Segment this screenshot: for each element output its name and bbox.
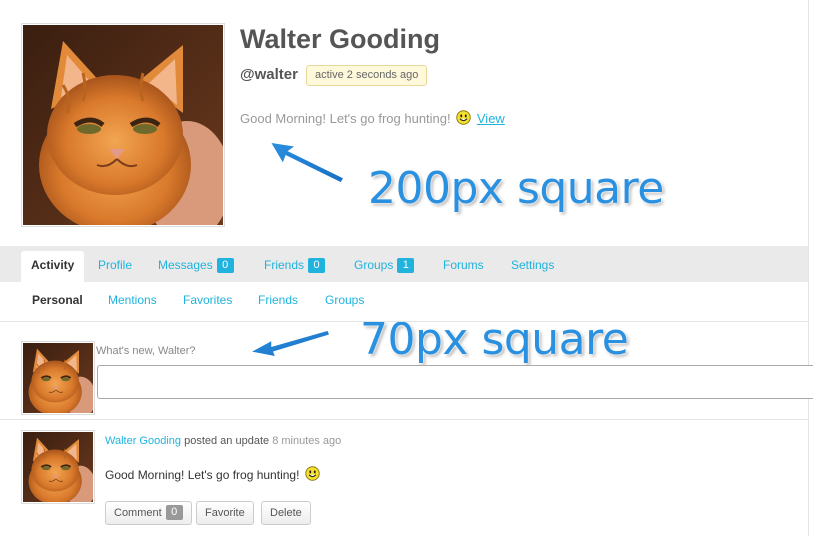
tab-groups[interactable]: Groups 1 xyxy=(344,251,424,282)
profile-avatar[interactable] xyxy=(21,23,225,227)
profile-page: Walter Gooding @walter active 2 seconds … xyxy=(0,0,813,536)
friends-count-badge: 0 xyxy=(308,258,326,273)
status-view-link[interactable]: View xyxy=(477,111,505,126)
subnav-mentions[interactable]: Mentions xyxy=(108,293,157,307)
tab-label: Forums xyxy=(443,258,484,272)
delete-button[interactable]: Delete xyxy=(261,501,311,525)
tab-label: Messages xyxy=(158,258,213,272)
tab-label: Groups xyxy=(354,258,394,272)
profile-name: Walter Gooding xyxy=(240,24,440,54)
activity-avatar[interactable] xyxy=(21,430,95,504)
activity-text: Good Morning! Let's go frog hunting! xyxy=(105,468,300,482)
arrow-icon xyxy=(268,141,346,184)
status-text: Good Morning! Let's go frog hunting! xyxy=(240,111,451,126)
tab-label: Friends xyxy=(264,258,305,272)
divider xyxy=(0,419,808,420)
cat-avatar-image xyxy=(23,343,93,413)
comment-count-badge: 0 xyxy=(165,505,183,520)
activity-meta: Walter Gooding posted an update 8 minute… xyxy=(105,435,341,447)
activity-time[interactable]: 8 minutes ago xyxy=(272,435,341,447)
whats-new-input[interactable] xyxy=(97,365,813,399)
whats-new-prompt: What's new, Walter? xyxy=(96,345,196,357)
groups-count-badge: 1 xyxy=(397,258,415,273)
page-border xyxy=(808,0,809,536)
messages-count-badge: 0 xyxy=(216,258,234,273)
profile-handle: @walter xyxy=(240,66,298,83)
arrow-icon xyxy=(247,329,331,358)
subnav-groups[interactable]: Groups xyxy=(325,293,364,307)
user-avatar-thumb[interactable] xyxy=(21,341,95,415)
activity-subnav: Personal Mentions Favorites Friends Grou… xyxy=(0,282,808,322)
tab-label: Activity xyxy=(31,258,75,272)
tab-messages[interactable]: Messages 0 xyxy=(148,251,244,282)
subnav-personal[interactable]: Personal xyxy=(32,293,83,307)
activity-user-link[interactable]: Walter Gooding xyxy=(105,435,181,447)
tab-profile[interactable]: Profile xyxy=(88,251,142,282)
comment-button-label: Comment xyxy=(114,507,162,519)
tab-label: Profile xyxy=(98,258,133,272)
avatar-size-callout: 200px square xyxy=(368,163,664,214)
tab-friends[interactable]: Friends 0 xyxy=(254,251,335,282)
latest-status: Good Morning! Let's go frog hunting! Vie… xyxy=(240,110,505,126)
favorite-button[interactable]: Favorite xyxy=(196,501,254,525)
cat-avatar-image xyxy=(23,432,93,502)
tab-settings[interactable]: Settings xyxy=(501,251,564,282)
profile-tabs: Activity Profile Messages 0 Friends 0 Grou… xyxy=(0,246,808,282)
cat-avatar-image xyxy=(23,25,223,225)
smiley-icon xyxy=(456,110,471,125)
activity-action: posted an update xyxy=(184,435,270,447)
tab-forums[interactable]: Forums xyxy=(433,251,494,282)
last-active-badge: active 2 seconds ago xyxy=(306,65,428,86)
subnav-favorites[interactable]: Favorites xyxy=(183,293,232,307)
activity-content: Good Morning! Let's go frog hunting! xyxy=(105,466,322,482)
tab-activity[interactable]: Activity xyxy=(21,251,85,282)
comment-button[interactable]: Comment 0 xyxy=(105,501,192,525)
smiley-icon xyxy=(305,466,320,481)
tab-label: Settings xyxy=(511,258,555,272)
subnav-friends[interactable]: Friends xyxy=(258,293,298,307)
